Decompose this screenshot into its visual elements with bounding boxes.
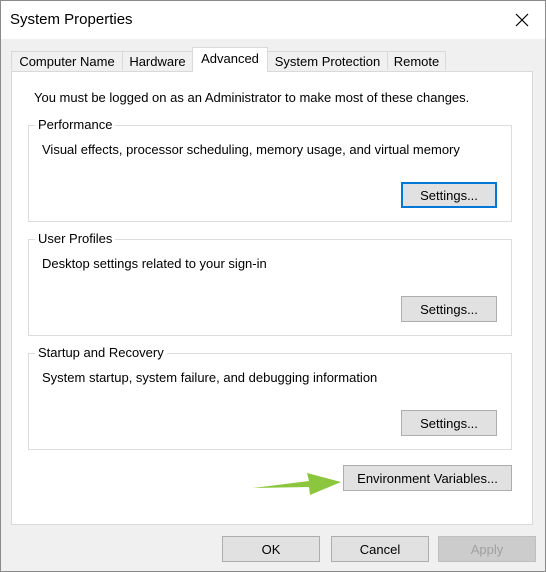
- group-title: Startup and Recovery: [35, 345, 167, 360]
- tab-computer-name[interactable]: Computer Name: [11, 51, 123, 70]
- advanced-tab-panel: You must be logged on as an Administrato…: [11, 71, 533, 525]
- title-bar: System Properties: [1, 1, 545, 39]
- group-description: System startup, system failure, and debu…: [42, 370, 378, 385]
- group-description: Visual effects, processor scheduling, me…: [42, 142, 460, 157]
- environment-variables-button[interactable]: Environment Variables...: [343, 465, 512, 491]
- tab-label: Hardware: [129, 54, 186, 69]
- close-icon: [515, 13, 529, 27]
- close-button[interactable]: [499, 1, 545, 39]
- group-title: User Profiles: [35, 231, 116, 246]
- user-profiles-settings-button[interactable]: Settings...: [401, 296, 497, 322]
- startup-recovery-group: Startup and Recovery System startup, sys…: [28, 345, 512, 450]
- tab-remote[interactable]: Remote: [387, 51, 446, 70]
- ok-button[interactable]: OK: [222, 536, 320, 562]
- system-properties-window: System Properties Computer Name Hardware…: [0, 0, 546, 572]
- window-title: System Properties: [10, 11, 133, 28]
- admin-notice: You must be logged on as an Administrato…: [34, 90, 470, 105]
- tab-label: Advanced: [201, 51, 259, 66]
- tab-label: Remote: [393, 54, 440, 69]
- group-title: Performance: [35, 117, 116, 132]
- performance-group: Performance Visual effects, processor sc…: [28, 117, 512, 222]
- apply-button[interactable]: Apply: [438, 536, 536, 562]
- tab-hardware[interactable]: Hardware: [122, 51, 193, 70]
- group-description: Desktop settings related to your sign-in: [42, 256, 267, 271]
- performance-settings-button[interactable]: Settings...: [401, 182, 497, 208]
- tab-system-protection[interactable]: System Protection: [267, 51, 388, 70]
- cancel-button[interactable]: Cancel: [331, 536, 429, 562]
- startup-recovery-settings-button[interactable]: Settings...: [401, 410, 497, 436]
- tab-label: System Protection: [274, 54, 381, 69]
- user-profiles-group: User Profiles Desktop settings related t…: [28, 231, 512, 336]
- tab-advanced[interactable]: Advanced: [192, 47, 268, 72]
- green-arrow-icon: [253, 473, 341, 495]
- tab-label: Computer Name: [19, 54, 115, 69]
